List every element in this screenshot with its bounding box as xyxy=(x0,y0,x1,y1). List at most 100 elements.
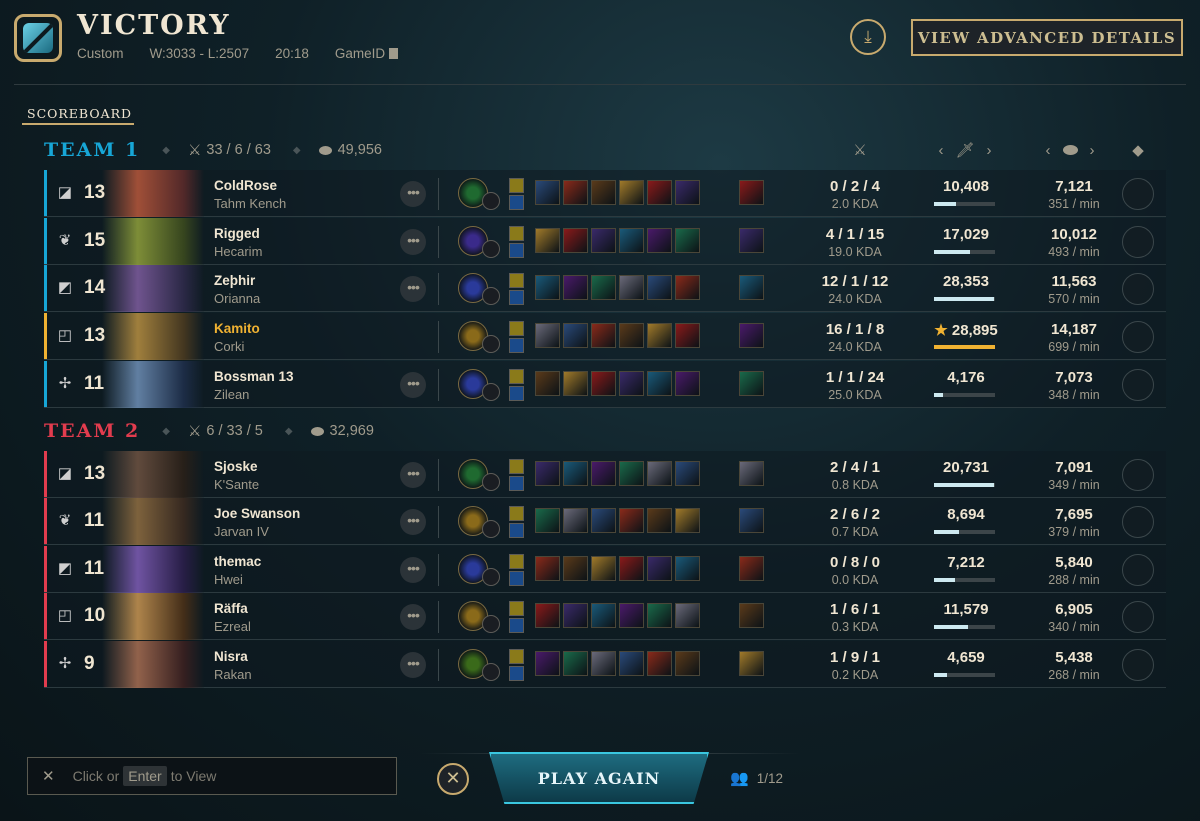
item-slot[interactable] xyxy=(591,275,616,300)
item-slot[interactable] xyxy=(563,651,588,676)
player-name[interactable]: Joe Swanson xyxy=(214,506,300,521)
more-options-button[interactable]: ••• xyxy=(400,276,426,302)
more-options-button[interactable]: ••• xyxy=(400,509,426,535)
summoner-spell-icon[interactable] xyxy=(509,243,524,258)
honor-button[interactable] xyxy=(1122,459,1154,491)
more-options-button[interactable]: ••• xyxy=(400,462,426,488)
item-slot[interactable] xyxy=(535,323,560,348)
item-slot[interactable] xyxy=(647,275,672,300)
more-options-button[interactable]: ••• xyxy=(400,229,426,255)
item-slot[interactable] xyxy=(535,508,560,533)
item-slot[interactable] xyxy=(619,556,644,581)
player-row[interactable]: ◰ 13 Kamito Corki 16 / 1 / 8 24.0 KDA ★ … xyxy=(44,313,1166,360)
item-slot[interactable] xyxy=(563,371,588,396)
player-name[interactable]: Sjoske xyxy=(214,459,258,474)
player-name[interactable]: Räffa xyxy=(214,601,248,616)
item-slot[interactable] xyxy=(591,323,616,348)
honor-button[interactable] xyxy=(1122,226,1154,258)
item-slot[interactable] xyxy=(619,228,644,253)
item-slot[interactable] xyxy=(675,603,700,628)
item-slot[interactable] xyxy=(535,275,560,300)
honor-button[interactable] xyxy=(1122,649,1154,681)
summoner-spell-icon[interactable] xyxy=(509,338,524,353)
item-slot[interactable] xyxy=(675,508,700,533)
download-button[interactable]: ⤓ xyxy=(850,19,886,55)
summoner-spell-icon[interactable] xyxy=(509,649,524,664)
item-slot[interactable] xyxy=(675,323,700,348)
summoner-spell-icon[interactable] xyxy=(509,476,524,491)
item-slot[interactable] xyxy=(563,508,588,533)
item-slot[interactable] xyxy=(619,508,644,533)
chat-muted-icon[interactable]: ✕ xyxy=(42,767,55,785)
item-slot[interactable] xyxy=(619,180,644,205)
item-slot[interactable] xyxy=(535,651,560,676)
summoner-spell-icon[interactable] xyxy=(509,571,524,586)
honor-button[interactable] xyxy=(1122,554,1154,586)
item-slot[interactable] xyxy=(647,651,672,676)
item-slot[interactable] xyxy=(675,556,700,581)
summoner-spell-icon[interactable] xyxy=(509,195,524,210)
summoner-spell-icon[interactable] xyxy=(509,523,524,538)
chevron-left-icon[interactable]: ‹ xyxy=(938,142,943,159)
item-slot[interactable] xyxy=(647,371,672,396)
player-name[interactable]: ColdRose xyxy=(214,178,277,193)
lobby-count[interactable]: 👥 1/12 xyxy=(730,769,783,787)
honor-button[interactable] xyxy=(1122,273,1154,305)
summoner-spell-icon[interactable] xyxy=(509,554,524,569)
more-options-button[interactable]: ••• xyxy=(400,557,426,583)
item-slot[interactable] xyxy=(591,371,616,396)
item-slot[interactable] xyxy=(591,651,616,676)
player-row[interactable]: ◰ 10 Räffa Ezreal ••• 1 / 6 / 1 0.3 KDA … xyxy=(44,593,1166,640)
secondary-rune-icon[interactable] xyxy=(482,520,500,538)
secondary-rune-icon[interactable] xyxy=(482,473,500,491)
player-name[interactable]: Rigged xyxy=(214,226,260,241)
player-row[interactable]: ◪ 13 ColdRose Tahm Kench ••• 0 / 2 / 4 2… xyxy=(44,170,1166,217)
chevron-right-icon[interactable]: › xyxy=(987,142,992,159)
player-row[interactable]: ◩ 14 Zeþhir Orianna ••• 12 / 1 / 12 24.0… xyxy=(44,265,1166,312)
player-name[interactable]: themac xyxy=(214,554,261,569)
summoner-spell-icon[interactable] xyxy=(509,666,524,681)
honor-button[interactable] xyxy=(1122,369,1154,401)
honor-button[interactable] xyxy=(1122,506,1154,538)
player-row[interactable]: ✢ 9 Nisra Rakan ••• 1 / 9 / 1 0.2 KDA 4,… xyxy=(44,641,1166,688)
summoner-spell-icon[interactable] xyxy=(509,618,524,633)
secondary-rune-icon[interactable] xyxy=(482,335,500,353)
more-options-button[interactable]: ••• xyxy=(400,604,426,630)
trinket-slot[interactable] xyxy=(739,275,764,300)
trinket-slot[interactable] xyxy=(739,556,764,581)
summoner-spell-icon[interactable] xyxy=(509,506,524,521)
item-slot[interactable] xyxy=(675,228,700,253)
more-options-button[interactable]: ••• xyxy=(400,652,426,678)
summoner-spell-icon[interactable] xyxy=(509,369,524,384)
summoner-spell-icon[interactable] xyxy=(509,290,524,305)
item-slot[interactable] xyxy=(647,556,672,581)
trinket-slot[interactable] xyxy=(739,508,764,533)
item-slot[interactable] xyxy=(647,180,672,205)
item-slot[interactable] xyxy=(647,603,672,628)
item-slot[interactable] xyxy=(535,556,560,581)
item-slot[interactable] xyxy=(535,371,560,396)
item-slot[interactable] xyxy=(563,275,588,300)
player-row[interactable]: ◪ 13 Sjoske K'Sante ••• 2 / 4 / 1 0.8 KD… xyxy=(44,451,1166,498)
item-slot[interactable] xyxy=(619,275,644,300)
item-slot[interactable] xyxy=(535,461,560,486)
player-name[interactable]: Bossman 13 xyxy=(214,369,294,384)
item-slot[interactable] xyxy=(591,556,616,581)
close-button[interactable]: ✕ xyxy=(437,763,469,795)
item-slot[interactable] xyxy=(647,323,672,348)
item-slot[interactable] xyxy=(535,180,560,205)
item-slot[interactable] xyxy=(591,461,616,486)
item-slot[interactable] xyxy=(647,228,672,253)
item-slot[interactable] xyxy=(535,228,560,253)
item-slot[interactable] xyxy=(619,461,644,486)
chevron-right-icon[interactable]: › xyxy=(1090,142,1095,159)
summoner-spell-icon[interactable] xyxy=(509,386,524,401)
play-again-button[interactable]: PLAY AGAIN xyxy=(489,752,709,804)
secondary-rune-icon[interactable] xyxy=(482,383,500,401)
item-slot[interactable] xyxy=(675,651,700,676)
item-slot[interactable] xyxy=(563,556,588,581)
summoner-spell-icon[interactable] xyxy=(509,601,524,616)
item-slot[interactable] xyxy=(563,228,588,253)
item-slot[interactable] xyxy=(535,603,560,628)
secondary-rune-icon[interactable] xyxy=(482,287,500,305)
